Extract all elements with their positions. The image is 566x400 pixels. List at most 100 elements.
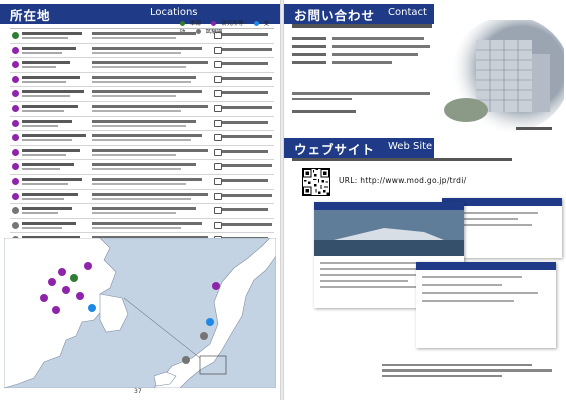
location-text-line <box>92 109 181 112</box>
japan-map <box>4 238 276 388</box>
location-text-line <box>92 207 196 211</box>
location-text-line <box>92 124 186 127</box>
location-text-line <box>22 168 60 171</box>
website-title-jp: ウェブサイト <box>294 142 376 157</box>
location-text-line <box>92 134 202 138</box>
location-text-line <box>22 207 72 211</box>
phone-icon <box>214 61 222 69</box>
map-marker-lab-1 <box>58 268 66 276</box>
location-row <box>10 58 274 73</box>
location-text-line <box>22 192 78 196</box>
location-marker-icon <box>12 163 19 171</box>
phone-icon <box>214 46 222 54</box>
location-text-line <box>92 51 181 54</box>
location-text-line <box>92 90 202 94</box>
legend-item: 本部 <box>180 21 206 27</box>
page-number: 37 <box>134 388 142 395</box>
location-text-line <box>22 104 78 108</box>
location-text-line <box>22 212 58 215</box>
location-text-line <box>22 51 62 54</box>
location-text-line <box>92 148 208 152</box>
website-url[interactable]: URL: http://www.mod.go.jp/trdi/ <box>339 176 466 185</box>
website-lead-text <box>292 158 512 161</box>
location-text-line <box>92 177 202 181</box>
phone-icon <box>214 75 222 83</box>
location-row <box>10 131 274 146</box>
location-text-line <box>22 124 58 127</box>
location-text-line <box>22 139 72 142</box>
location-text-line <box>222 76 272 80</box>
location-marker-icon <box>12 119 19 127</box>
contact-line <box>292 60 392 66</box>
location-row <box>10 87 274 102</box>
contact-title-jp: お問い合わせ <box>294 8 376 23</box>
location-row <box>10 44 274 59</box>
location-text-line <box>92 46 202 50</box>
location-text-line <box>222 120 268 124</box>
location-text-line <box>22 221 76 225</box>
location-text-line <box>222 149 268 153</box>
location-text-line <box>92 212 176 215</box>
contact-header: お問い合わせ Contact <box>284 4 434 24</box>
legend-label: 本部 <box>190 21 202 27</box>
location-marker-icon <box>12 221 19 229</box>
location-marker-icon <box>12 46 19 54</box>
location-text-line <box>222 135 272 139</box>
location-text-line <box>92 182 186 185</box>
location-text-line <box>22 134 86 138</box>
location-row <box>10 146 274 161</box>
location-text-line <box>222 105 272 109</box>
location-text-line <box>222 33 268 36</box>
phone-icon <box>214 104 222 112</box>
legend-dot-icon <box>180 21 185 26</box>
legend-dot-icon <box>253 21 259 26</box>
location-text-line <box>22 148 80 152</box>
phone-icon <box>214 163 222 171</box>
location-text-line <box>22 90 84 94</box>
locations-title-en: Locations <box>150 7 198 18</box>
location-row <box>10 190 274 205</box>
location-text-line <box>92 66 186 69</box>
map-marker-lab-8 <box>212 282 220 290</box>
location-text-line <box>222 193 272 197</box>
legend-dot-icon <box>211 21 217 26</box>
location-text-line <box>222 47 272 51</box>
location-text-line <box>22 153 66 156</box>
location-text-line <box>22 95 70 98</box>
photo-caption <box>516 127 552 130</box>
location-text-line <box>92 32 196 35</box>
location-text-line <box>222 164 272 168</box>
location-text-line <box>222 222 272 226</box>
location-text-line <box>92 163 196 167</box>
location-marker-icon <box>12 61 19 69</box>
location-text-line <box>22 182 68 185</box>
location-text-line <box>92 80 191 83</box>
location-text-line <box>22 177 82 181</box>
map-marker-test-2 <box>182 356 190 364</box>
phone-icon <box>214 119 222 127</box>
locations-title-jp: 所在地 <box>10 8 51 23</box>
phone-icon <box>214 177 222 185</box>
location-row <box>10 117 274 132</box>
location-text-line <box>92 95 176 98</box>
left-page: 所在地 Locations 本部研究所等支所試験場 37 <box>0 0 280 400</box>
location-text-line <box>22 37 68 39</box>
location-text-line <box>92 139 191 142</box>
website-screenshot-lower <box>416 262 556 348</box>
location-text-line <box>92 197 191 200</box>
contact-email-english <box>292 110 356 113</box>
location-text-line <box>22 80 66 83</box>
location-text-line <box>92 192 208 196</box>
qr-code <box>302 168 330 196</box>
legend-item: 研究所等 <box>211 21 248 27</box>
contact-line <box>292 52 418 58</box>
map-marker-lab-2 <box>62 286 70 294</box>
location-text-line <box>92 168 181 171</box>
map-marker-branch-1 <box>88 304 96 312</box>
phone-icon <box>214 207 222 215</box>
location-marker-icon <box>12 32 19 39</box>
location-text-line <box>92 221 202 225</box>
location-text-line <box>22 163 74 167</box>
phone-icon <box>214 221 222 229</box>
location-text-line <box>22 32 82 35</box>
